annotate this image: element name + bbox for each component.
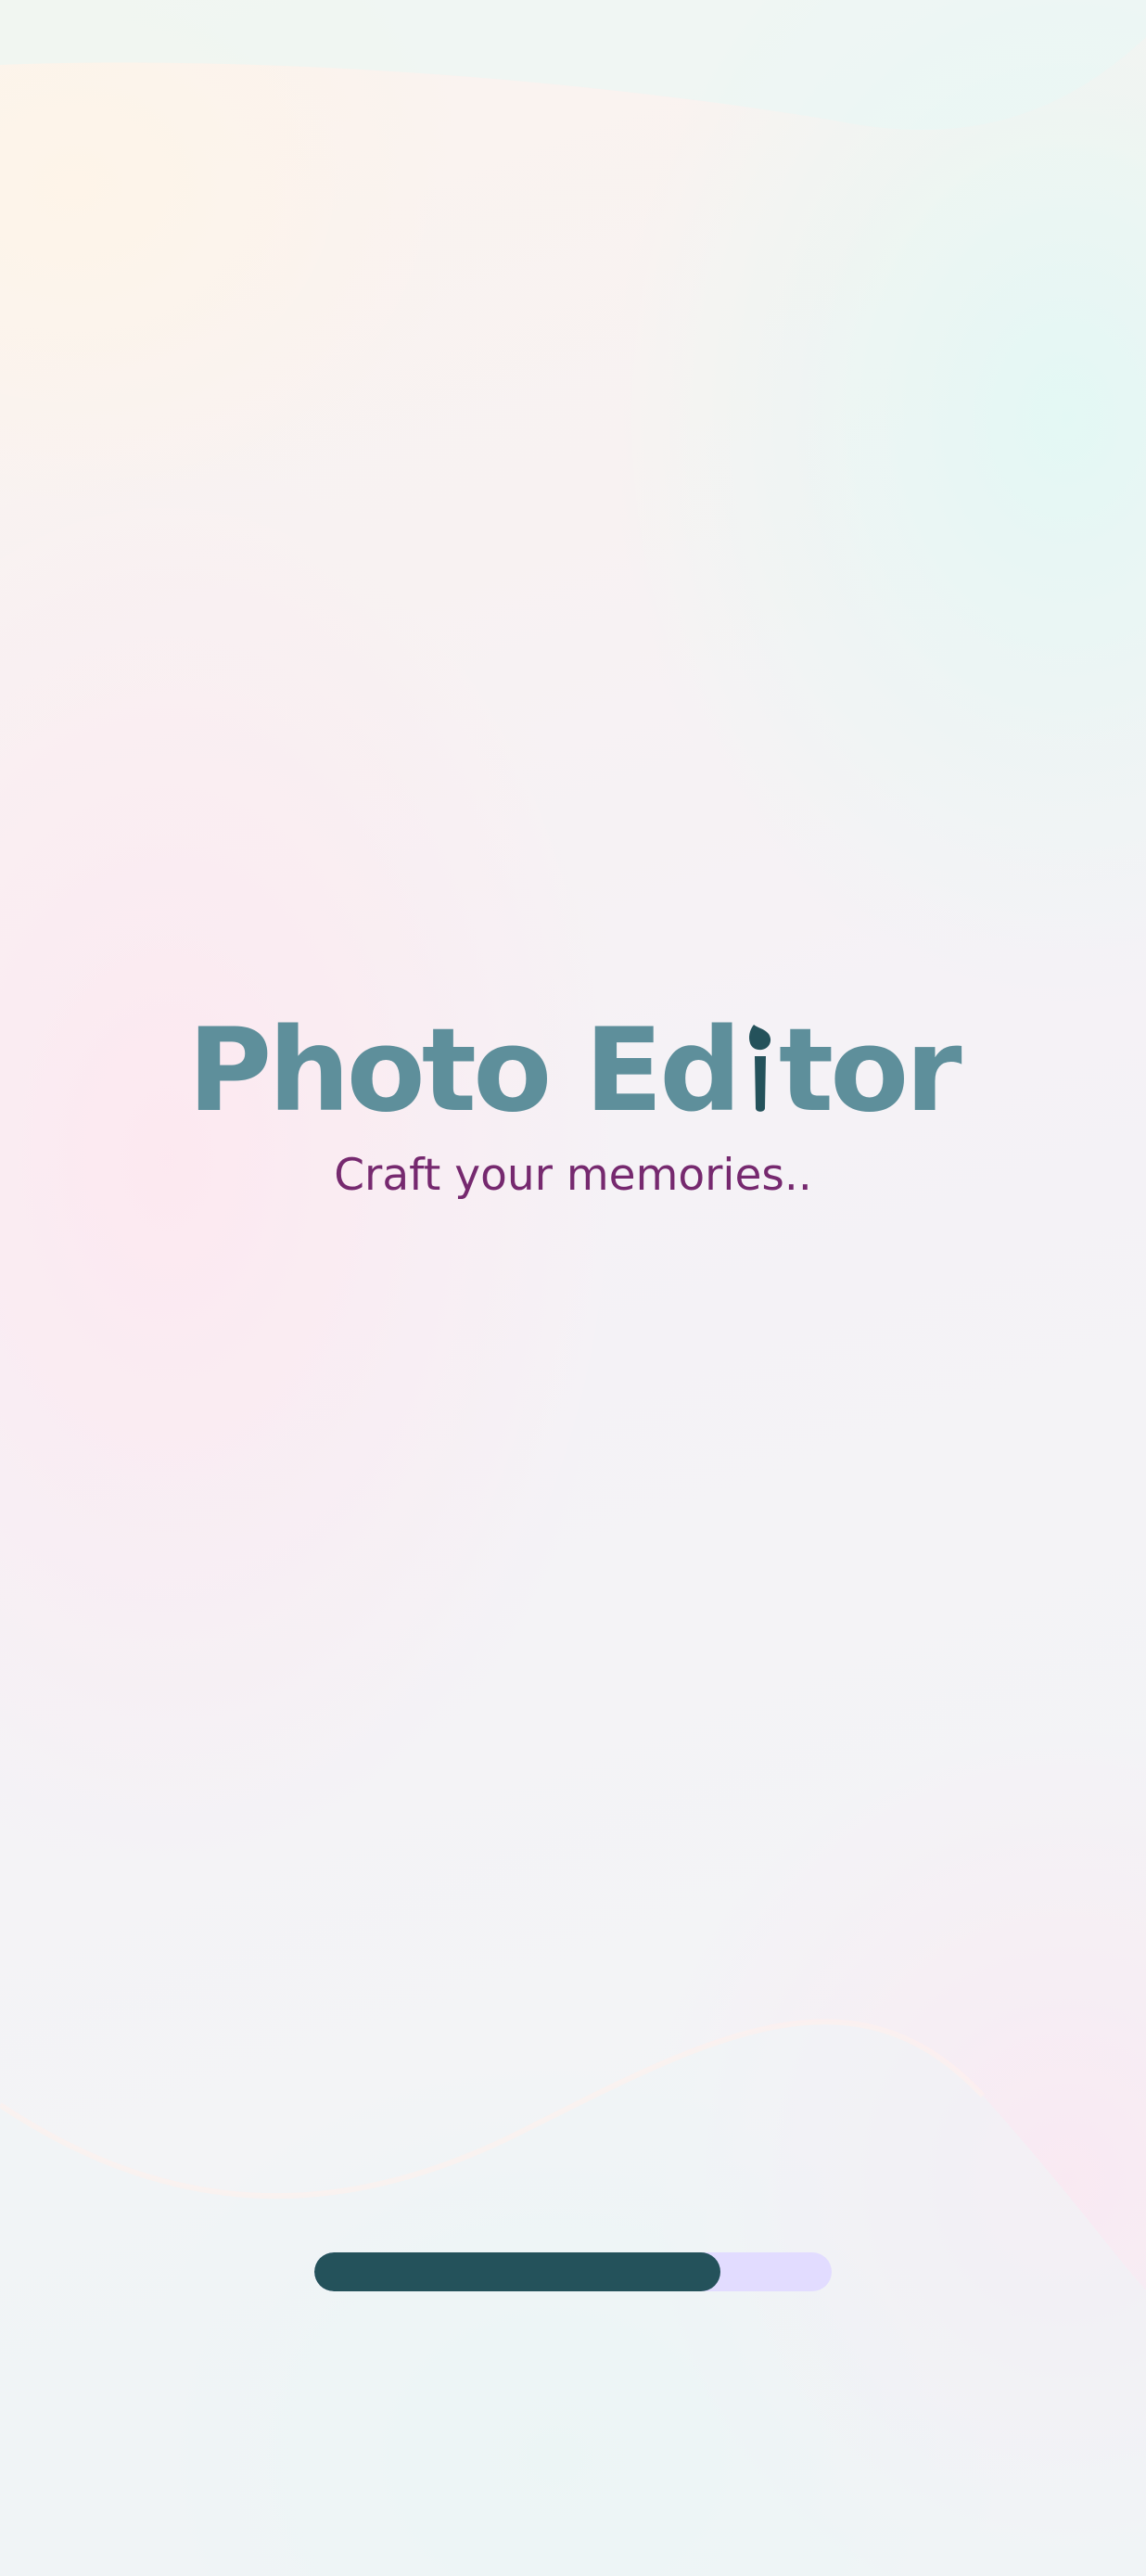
loading-progress-fill [314,2252,721,2291]
background-waves [0,0,1146,2576]
splash-screen: Photo Ed tor Craft your memories.. [0,0,1146,2576]
tagline: Craft your memories.. [334,1150,812,1201]
paintbrush-icon [745,1007,773,1112]
app-title: Photo Ed tor [187,1001,962,1141]
app-title-part2: tor [778,1004,962,1138]
loading-progress-bar [314,2252,832,2291]
app-title-part1: Photo Ed [187,1004,741,1138]
title-group: Photo Ed tor Craft your memories.. [0,1001,1146,1204]
